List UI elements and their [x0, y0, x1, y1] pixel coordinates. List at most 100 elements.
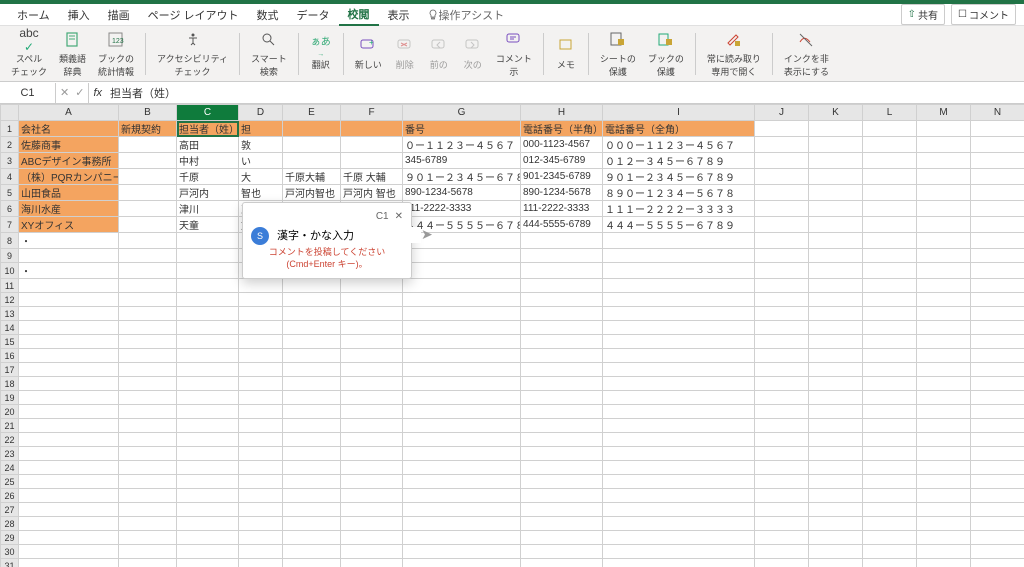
row-header[interactable]: 24: [1, 461, 19, 475]
cell-M10[interactable]: [917, 263, 971, 279]
cell-M8[interactable]: [917, 233, 971, 249]
spellcheck-button[interactable]: abc✓スペル チェック: [6, 28, 52, 80]
cell-A3[interactable]: ABCデザイン事務所: [19, 153, 119, 169]
row-header[interactable]: 25: [1, 475, 19, 489]
cell-H31[interactable]: [521, 559, 603, 567]
cell-K10[interactable]: [809, 263, 863, 279]
cell-B30[interactable]: [119, 545, 177, 559]
cell-G13[interactable]: [403, 307, 521, 321]
cell-I2[interactable]: ０００ー１１２３ー４５６７: [603, 137, 755, 153]
cell-K3[interactable]: [809, 153, 863, 169]
share-button[interactable]: ⇧共有: [901, 4, 945, 25]
cell-K15[interactable]: [809, 335, 863, 349]
fx-label[interactable]: fx: [89, 87, 106, 99]
cell-G29[interactable]: [403, 531, 521, 545]
cell-M29[interactable]: [917, 531, 971, 545]
cell-B9[interactable]: [119, 249, 177, 263]
cell-G4[interactable]: ９０１ー２３４５ー６７８９: [403, 169, 521, 185]
cell-C4[interactable]: 千原: [177, 169, 239, 185]
cell-D24[interactable]: [239, 461, 283, 475]
cell-A29[interactable]: [19, 531, 119, 545]
cell-A13[interactable]: [19, 307, 119, 321]
cell-D11[interactable]: [239, 279, 283, 293]
cell-K14[interactable]: [809, 321, 863, 335]
cell-N6[interactable]: [971, 201, 1024, 217]
cell-G2[interactable]: ０ー１１２３ー４５６７: [403, 137, 521, 153]
cell-B21[interactable]: [119, 419, 177, 433]
cell-M24[interactable]: [917, 461, 971, 475]
row-header[interactable]: 13: [1, 307, 19, 321]
col-header-M[interactable]: M: [917, 105, 971, 121]
cell-C29[interactable]: [177, 531, 239, 545]
cell-I31[interactable]: [603, 559, 755, 567]
cell-C8[interactable]: [177, 233, 239, 249]
cell-A10[interactable]: ・: [19, 263, 119, 279]
cell-J23[interactable]: [755, 447, 809, 461]
close-icon[interactable]: ✕: [395, 211, 403, 222]
cell-E16[interactable]: [283, 349, 341, 363]
cell-G28[interactable]: [403, 517, 521, 531]
cell-K2[interactable]: [809, 137, 863, 153]
cell-H6[interactable]: 111-2222-3333: [521, 201, 603, 217]
cell-F24[interactable]: [341, 461, 403, 475]
cell-J21[interactable]: [755, 419, 809, 433]
cell-G12[interactable]: [403, 293, 521, 307]
cell-I27[interactable]: [603, 503, 755, 517]
cell-K24[interactable]: [809, 461, 863, 475]
tell-me[interactable]: 操作アシスト: [427, 7, 505, 23]
cell-I17[interactable]: [603, 363, 755, 377]
cell-J29[interactable]: [755, 531, 809, 545]
row-header[interactable]: 1: [1, 121, 19, 137]
cell-C6[interactable]: 津川: [177, 201, 239, 217]
menu-formulas[interactable]: 数式: [248, 5, 288, 25]
cell-B27[interactable]: [119, 503, 177, 517]
cell-I4[interactable]: ９０１ー２３４５ー６７８９: [603, 169, 755, 185]
col-header-J[interactable]: J: [755, 105, 809, 121]
comments-button[interactable]: ☐コメント: [951, 4, 1016, 25]
col-header-K[interactable]: K: [809, 105, 863, 121]
cell-F20[interactable]: [341, 405, 403, 419]
cell-I29[interactable]: [603, 531, 755, 545]
cell-D3[interactable]: い: [239, 153, 283, 169]
cell-C30[interactable]: [177, 545, 239, 559]
cell-K28[interactable]: [809, 517, 863, 531]
cell-M14[interactable]: [917, 321, 971, 335]
cell-B3[interactable]: [119, 153, 177, 169]
cell-L15[interactable]: [863, 335, 917, 349]
cell-M22[interactable]: [917, 433, 971, 447]
cell-K27[interactable]: [809, 503, 863, 517]
cell-F3[interactable]: [341, 153, 403, 169]
cell-H24[interactable]: [521, 461, 603, 475]
cell-N11[interactable]: [971, 279, 1024, 293]
cell-K9[interactable]: [809, 249, 863, 263]
formula-input[interactable]: 担当者（姓）: [106, 85, 1024, 101]
cell-F31[interactable]: [341, 559, 403, 567]
cell-J13[interactable]: [755, 307, 809, 321]
cell-K22[interactable]: [809, 433, 863, 447]
cell-K8[interactable]: [809, 233, 863, 249]
cell-K16[interactable]: [809, 349, 863, 363]
cell-I28[interactable]: [603, 517, 755, 531]
cell-E19[interactable]: [283, 391, 341, 405]
cell-B11[interactable]: [119, 279, 177, 293]
protect-sheet-button[interactable]: シートの 保護: [595, 28, 641, 80]
cancel-icon[interactable]: ✕: [60, 86, 69, 99]
cell-C5[interactable]: 戸河内: [177, 185, 239, 201]
cell-N20[interactable]: [971, 405, 1024, 419]
cell-G20[interactable]: [403, 405, 521, 419]
cell-J22[interactable]: [755, 433, 809, 447]
cell-I19[interactable]: [603, 391, 755, 405]
row-header[interactable]: 6: [1, 201, 19, 217]
cell-K20[interactable]: [809, 405, 863, 419]
cell-G15[interactable]: [403, 335, 521, 349]
cell-D22[interactable]: [239, 433, 283, 447]
cell-I18[interactable]: [603, 377, 755, 391]
cell-F26[interactable]: [341, 489, 403, 503]
cell-B14[interactable]: [119, 321, 177, 335]
cell-N18[interactable]: [971, 377, 1024, 391]
cell-K19[interactable]: [809, 391, 863, 405]
cell-B7[interactable]: [119, 217, 177, 233]
cell-M26[interactable]: [917, 489, 971, 503]
cell-K30[interactable]: [809, 545, 863, 559]
cell-F17[interactable]: [341, 363, 403, 377]
